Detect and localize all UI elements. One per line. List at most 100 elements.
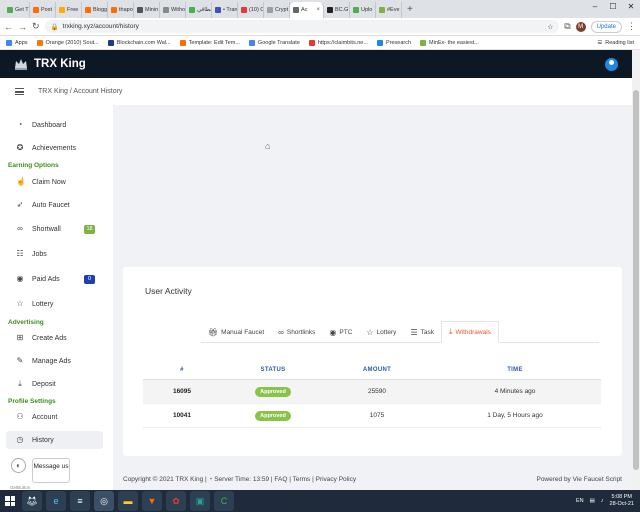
page-scrollbar[interactable]	[632, 50, 640, 490]
browser-tab[interactable]: Crypt×	[264, 2, 290, 18]
browser-tab[interactable]: Witho×	[160, 2, 186, 18]
app-icon[interactable]: ≡	[70, 491, 90, 511]
bookmark-item[interactable]: Apps	[6, 39, 28, 46]
windows-taskbar: 🦊︎ e ≡ ◎ ▬ ▼ ✿ ▣ C EN ▤ ♪ 5:08 PM 28-Oct…	[0, 490, 640, 512]
sidebar-item-manage-ads[interactable]: ✎ Manage Ads	[6, 352, 103, 370]
sidebar-item-label: Dashboard	[32, 121, 67, 129]
bookmark-label: Presearch	[385, 39, 412, 46]
bookmark-item[interactable]: Orange (2010) Sout...	[36, 39, 99, 46]
extensions-icon[interactable]: ⧉	[564, 21, 570, 32]
windows-start-icon[interactable]	[2, 493, 18, 509]
network-icon[interactable]: ▤	[590, 498, 595, 504]
tab-withdrawals[interactable]: ⤓ Withdrawals	[440, 321, 499, 343]
sidebar-item-shortwall[interactable]: ∞ Shortwall 18	[6, 220, 103, 238]
forward-icon[interactable]: →	[18, 22, 27, 32]
bookmark-item[interactable]: Google Translate	[248, 39, 300, 46]
profile-avatar[interactable]: M	[575, 21, 586, 32]
tab-lottery[interactable]: ☆ Lottery	[359, 321, 403, 343]
sidebar-item-auto-faucet[interactable]: ➶ Auto Faucet	[6, 196, 103, 214]
close-tab-icon[interactable]: ×	[316, 7, 320, 13]
star-icon: ☆	[366, 327, 374, 337]
sidebar-item-paid-ads[interactable]: ◉ Paid Ads 0	[6, 270, 103, 288]
tab-manual-faucet[interactable]: 🎁︎ Manual Faucet	[201, 321, 271, 343]
tab-title: Free	[67, 7, 79, 13]
browser-tab[interactable]: Free×	[56, 2, 82, 18]
bookmark-item[interactable]: https://claimbits.ne...	[308, 39, 368, 46]
reading-list[interactable]: ☰ Reading list	[597, 40, 634, 46]
browser-tab[interactable]: بطاقي×	[186, 2, 212, 18]
maximize-icon[interactable]: ☐	[604, 0, 622, 14]
status-badge: Approved	[255, 386, 291, 397]
sidebar-item-dashboard[interactable]: ◔ Dashboard	[6, 116, 103, 134]
brand-logo[interactable]: TRX King	[14, 58, 86, 70]
bookmark-favicon-icon	[36, 39, 43, 46]
lock-icon: 🔒	[50, 23, 59, 31]
sidebar-item-claim-now[interactable]: ☝ Claim Now	[6, 173, 103, 191]
address-bar: ← → ↻ 🔒 trxking.xyz/account/history ☆ ⧉ …	[0, 18, 640, 36]
table-header: # STATUS AMOUNT TIME	[143, 360, 601, 380]
camtasia-icon[interactable]: C	[214, 491, 234, 511]
chrome-icon[interactable]: ◎	[94, 491, 114, 511]
bookmark-item[interactable]: Presearch	[376, 39, 412, 46]
bookmark-favicon-icon	[420, 39, 427, 46]
browser-tab[interactable]: BC.G×	[324, 2, 350, 18]
system-tray: EN ▤ ♪ 5:08 PM 28-Oct-21	[576, 494, 640, 508]
url-field[interactable]: 🔒 trxking.xyz/account/history ☆	[44, 20, 560, 33]
sidebar-item-create-ads[interactable]: ⊞ Create Ads	[6, 329, 103, 347]
browser-tab[interactable]: Get T×	[4, 2, 30, 18]
powered-by[interactable]: Powered by Vie Faucet Script	[536, 476, 622, 483]
sidebar: ◔ Dashboard ✪ Achievements Earning Options…	[0, 105, 113, 490]
sidebar-item-jobs[interactable]: ☷ Jobs	[6, 245, 103, 263]
table-row: 10041 Approved 1075 1 Day, 5 Hours ago	[143, 404, 601, 428]
footer-links[interactable]: Copyright © 2021 TRX King | ◔ Server Tim…	[123, 476, 356, 483]
brave-icon[interactable]: ▼	[142, 491, 162, 511]
app2-icon[interactable]: ▣	[190, 491, 210, 511]
sidebar-item-lottery[interactable]: ☆ Lottery	[6, 295, 103, 313]
browser-tab[interactable]: (10) C×	[238, 2, 264, 18]
firefox-icon[interactable]: 🦊︎	[22, 491, 42, 511]
chat-widget-icon[interactable]: ◐	[11, 458, 26, 473]
tab-ptc[interactable]: ◉ PTC	[322, 321, 359, 343]
user-activity-card: User Activity 🎁︎ Manual Faucet ∞ Shortlink…	[123, 267, 622, 456]
sidebar-item-history[interactable]: ◷ History	[6, 431, 103, 449]
update-button[interactable]: Update	[590, 20, 622, 33]
user-menu-icon[interactable]	[605, 57, 618, 71]
menu-dots-icon[interactable]: ⋮	[627, 21, 636, 32]
hamburger-icon[interactable]	[15, 88, 24, 95]
scrollbar-thumb[interactable]	[633, 90, 639, 470]
browser-tab[interactable]: Uplo×	[350, 2, 376, 18]
close-window-icon[interactable]: ✕	[622, 0, 640, 14]
tab-label: Shortlinks	[286, 328, 316, 336]
browser-tab[interactable]: Blogg×	[82, 2, 108, 18]
bookmark-item[interactable]: MinEx- the easiest...	[420, 39, 479, 46]
clock[interactable]: 5:08 PM 28-Oct-21	[610, 494, 634, 508]
tab-shortlinks[interactable]: ∞ Shortlinks	[271, 321, 322, 343]
reload-icon[interactable]: ↻	[32, 21, 40, 32]
card-title: User Activity	[145, 286, 192, 296]
volume-icon[interactable]: ♪	[601, 498, 604, 504]
language-indicator[interactable]: EN	[576, 498, 584, 504]
paint-icon[interactable]: ✿	[166, 491, 186, 511]
sidebar-item-achievements[interactable]: ✪ Achievements	[6, 139, 103, 157]
sidebar-item-deposit[interactable]: ⤓ Deposit	[6, 375, 103, 393]
minimize-icon[interactable]: –	[586, 0, 604, 14]
new-tab-button[interactable]: +	[402, 2, 418, 18]
browser-tab[interactable]: • Tran×	[212, 2, 238, 18]
tab-favicon-icon	[215, 7, 221, 13]
bookmark-item[interactable]: Template: Edit Tem...	[179, 39, 240, 46]
browser-tab[interactable]: Minin×	[134, 2, 160, 18]
browser-tab[interactable]: thapo×	[108, 2, 134, 18]
tab-task[interactable]: ☰ Task	[403, 321, 441, 343]
back-icon[interactable]: ←	[4, 22, 13, 32]
message-us-bubble[interactable]: Message us	[32, 458, 70, 483]
sidebar-item-account[interactable]: ⚇ Account	[6, 408, 103, 426]
folder-icon[interactable]: ▬	[118, 491, 138, 511]
bookmark-star-icon[interactable]: ☆	[547, 23, 553, 31]
browser-tab[interactable]: Ac ×	[290, 2, 324, 18]
browser-tab[interactable]: Post×	[30, 2, 56, 18]
tab-favicon-icon	[111, 7, 117, 13]
edge-icon[interactable]: e	[46, 491, 66, 511]
browser-tab[interactable]: #Eve×	[376, 2, 402, 18]
tab-favicon-icon	[379, 7, 385, 13]
bookmark-item[interactable]: Blockchain.com Wal...	[107, 39, 171, 46]
